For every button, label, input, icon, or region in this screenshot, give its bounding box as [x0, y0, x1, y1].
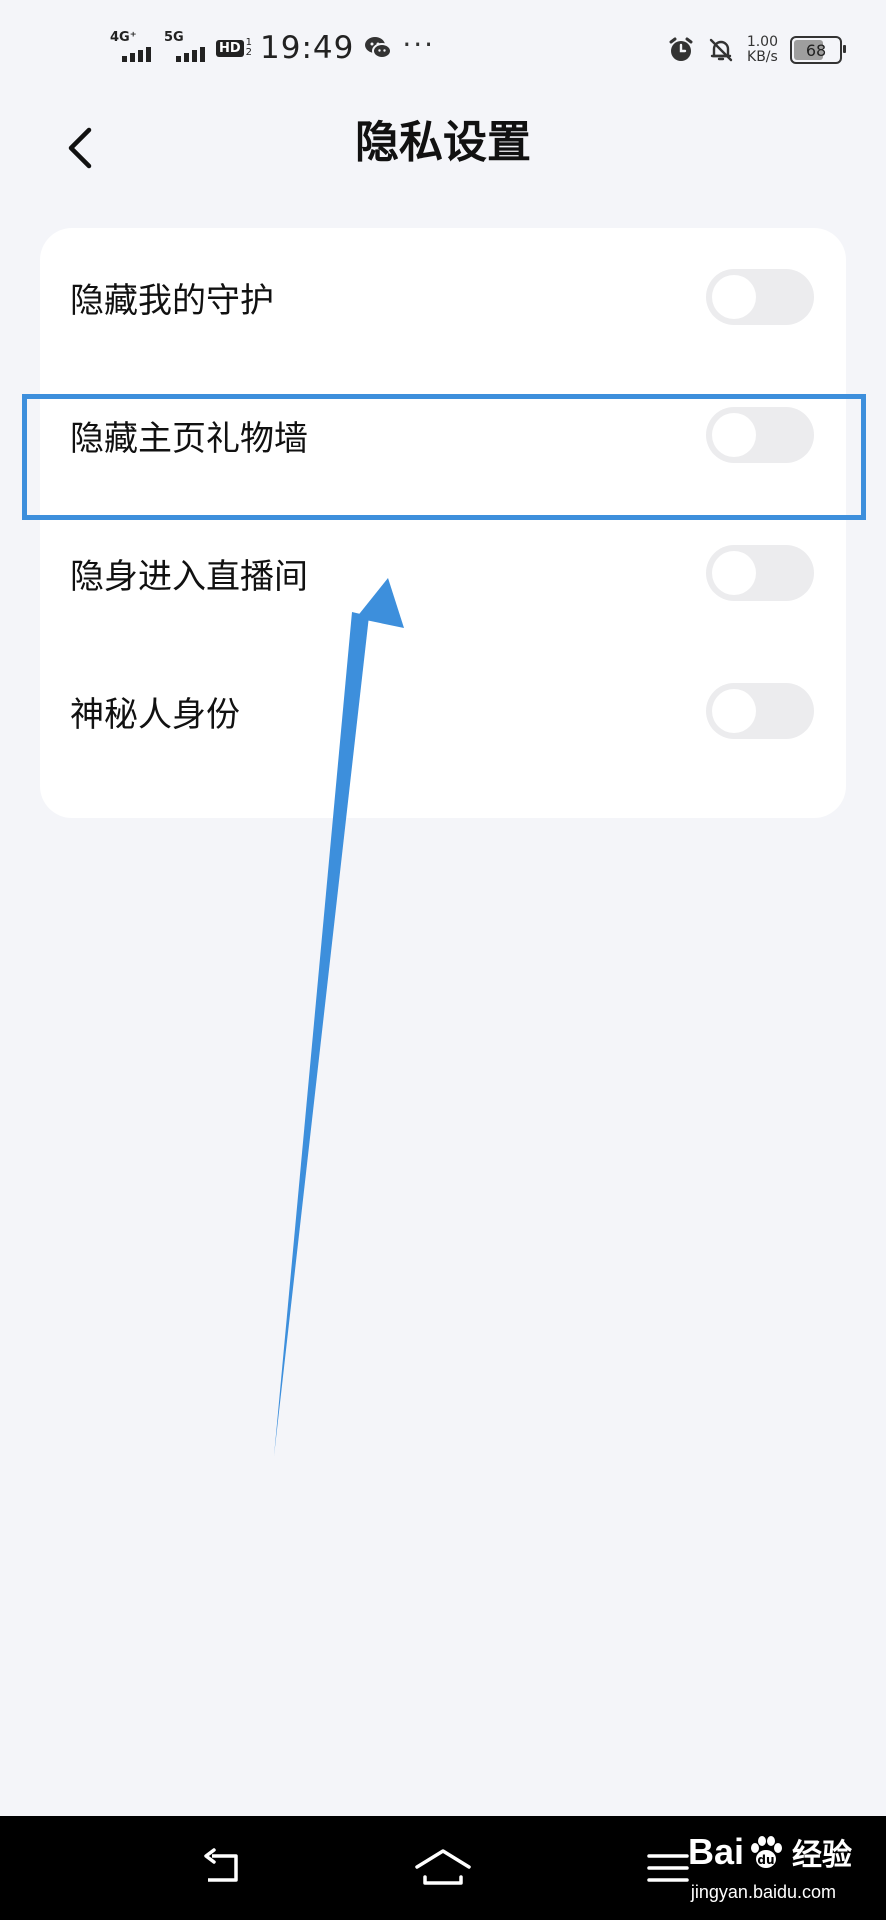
battery-icon: 68 [790, 36, 846, 64]
status-left: 4G⁺ 5G HD 1 2 19:49 ··· [108, 28, 435, 68]
hd-label: HD [216, 39, 244, 57]
annotation-highlight-box [22, 394, 866, 520]
setting-label: 神秘人身份 [70, 694, 240, 735]
wechat-icon [365, 37, 393, 59]
baidu-jingyan-watermark: Bai du 经验 [688, 1830, 852, 1874]
toggle-switch[interactable] [706, 269, 814, 325]
toggle-knob [712, 275, 756, 319]
system-nav-bar: Bai du 经验 jingyan.baidu.com [0, 1816, 886, 1920]
setting-label: 隐身进入直播间 [70, 556, 308, 597]
toggle-switch[interactable] [706, 683, 814, 739]
status-right: 1.00 KB/s 68 [667, 32, 846, 68]
nav-back-button[interactable] [182, 1836, 262, 1900]
signal-5g-icon: 5G [162, 30, 206, 66]
settings-card: 隐藏我的守护 隐藏主页礼物墙 隐身进入直播间 神秘人身份 [40, 228, 846, 818]
nav-header: 隐私设置 [0, 96, 886, 226]
signal-4g-label: 4G⁺ [110, 30, 137, 45]
setting-row-invisible-enter: 隐身进入直播间 [40, 504, 846, 642]
battery-percent: 68 [805, 40, 827, 60]
watermark-text-right: 经验 [792, 1839, 852, 1872]
menu-icon [647, 1854, 689, 1882]
toggle-switch[interactable] [706, 545, 814, 601]
toggle-knob [712, 551, 756, 595]
status-bar: 4G⁺ 5G HD 1 2 19:49 ··· 1.00 KB/s 68 [0, 0, 886, 96]
network-speed: 1.00 KB/s [747, 35, 778, 65]
setting-label: 隐藏我的守护 [70, 280, 274, 321]
toggle-knob [712, 689, 756, 733]
home-icon [415, 1849, 471, 1885]
bell-muted-icon [709, 38, 733, 62]
status-time: 19:49 [260, 30, 355, 66]
hd-voice-icon: HD 1 2 [216, 35, 253, 61]
setting-row-hide-guard: 隐藏我的守护 [40, 228, 846, 366]
signal-4g-icon: 4G⁺ [108, 30, 152, 66]
alarm-icon [669, 37, 693, 61]
network-speed-unit: KB/s [747, 49, 778, 65]
signal-5g-label: 5G [164, 30, 184, 45]
watermark-text-left: Bai [687, 1831, 744, 1872]
nav-home-button[interactable] [403, 1836, 483, 1900]
setting-row-mystery-identity: 神秘人身份 [40, 642, 846, 780]
baidu-paw-icon: du [751, 1836, 782, 1868]
page-title: 隐私设置 [355, 117, 531, 168]
svg-text:du: du [757, 1853, 774, 1867]
watermark-url: jingyan.baidu.com [690, 1882, 836, 1902]
hd-numbers: 1 2 [245, 37, 253, 58]
return-icon [204, 1848, 238, 1882]
more-dots: ··· [402, 27, 436, 61]
network-speed-value: 1.00 [746, 34, 778, 50]
